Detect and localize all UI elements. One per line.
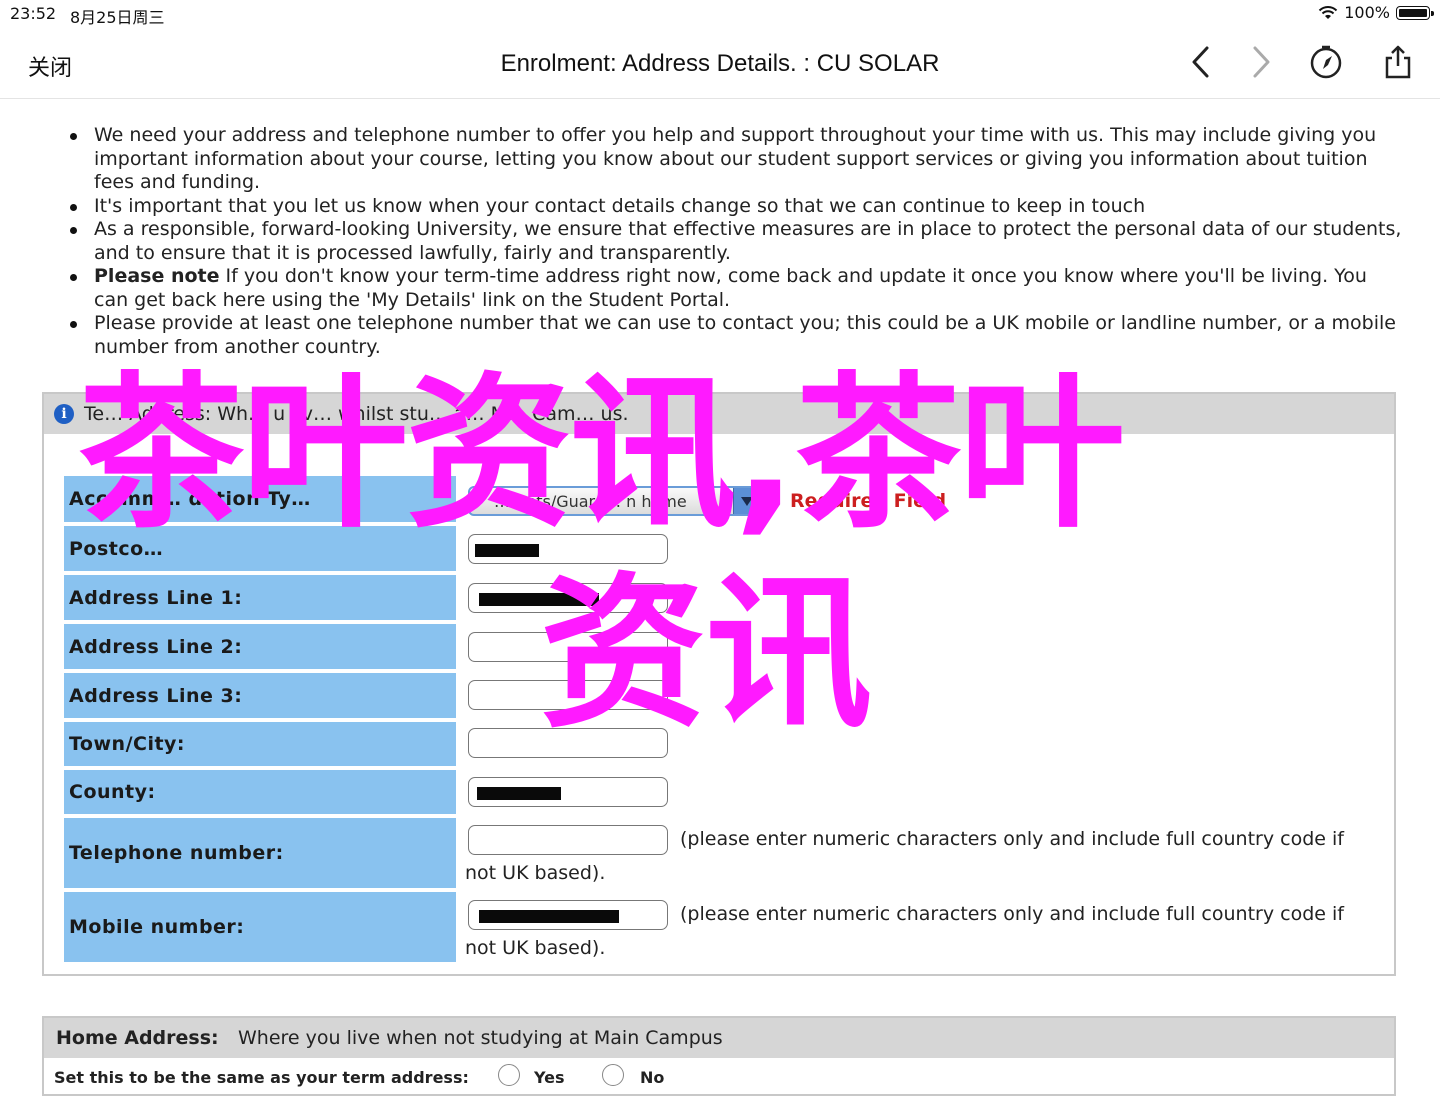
accommodation-type-select[interactable]: …rents/Guard… n home: [468, 486, 762, 516]
no-label: No: [640, 1068, 665, 1087]
address-line-2-input[interactable]: [468, 632, 668, 662]
telephone-number-input[interactable]: [468, 825, 668, 855]
address-line-1-input[interactable]: [468, 583, 668, 613]
list-item: It's important that you let us know when…: [66, 195, 1406, 219]
battery-icon: [1396, 5, 1434, 20]
chevron-down-icon: [733, 488, 760, 514]
battery-percent: 100%: [1344, 3, 1390, 22]
address-line-3-label: Address Line 3:: [64, 673, 456, 718]
mobile-hint-cont: not UK based).: [465, 937, 606, 959]
status-time: 23:52: [10, 4, 57, 23]
postcode-label: Postco…: [64, 526, 456, 571]
term-address-header: i Te… Address: Wh… u liv… whilst stu… a……: [44, 394, 1394, 434]
intro-bullet-list: We need your address and telephone numbe…: [66, 124, 1406, 359]
mobile-number-label: Mobile number:: [64, 892, 456, 962]
nav-bar: 关闭 Enrolment: Address Details. : CU SOLA…: [0, 28, 1440, 99]
list-item: We need your address and telephone numbe…: [66, 124, 1406, 195]
home-address-header: Home Address: Where you live when not st…: [44, 1018, 1394, 1058]
term-address-header-text: Te… Address: Wh… u liv… whilst stu… a… M…: [84, 403, 629, 425]
telephone-hint-cont: not UK based).: [465, 862, 606, 884]
address-line-1-label: Address Line 1:: [64, 575, 456, 620]
wifi-icon: [1319, 5, 1338, 19]
page-title: Enrolment: Address Details. : CU SOLAR: [500, 50, 940, 77]
county-input[interactable]: [468, 777, 668, 807]
list-item: As a responsible, forward-looking Univer…: [66, 218, 1406, 265]
mobile-hint: (please enter numeric characters only an…: [680, 903, 1344, 925]
chevron-left-icon[interactable]: [1184, 44, 1220, 80]
telephone-number-label: Telephone number:: [64, 818, 456, 888]
share-icon[interactable]: [1380, 44, 1416, 80]
accommodation-type-label: Accomm… dation Ty…: [64, 476, 456, 522]
required-field-label: Required Field: [790, 490, 947, 512]
compass-icon[interactable]: [1308, 44, 1344, 80]
mobile-number-input[interactable]: [468, 900, 668, 930]
chevron-right-icon[interactable]: [1242, 44, 1278, 80]
term-address-panel: i Te… Address: Wh… u liv… whilst stu… a……: [42, 392, 1396, 976]
same-address-yes-radio[interactable]: [498, 1064, 520, 1086]
same-as-term-label: Set this to be the same as your term add…: [54, 1068, 469, 1087]
list-item: Please provide at least one telephone nu…: [66, 312, 1406, 359]
home-address-subtitle: Where you live when not studying at Main…: [238, 1027, 723, 1049]
address-line-2-label: Address Line 2:: [64, 624, 456, 669]
home-address-panel: Home Address: Where you live when not st…: [42, 1016, 1396, 1096]
town-city-label: Town/City:: [64, 722, 456, 766]
postcode-input[interactable]: [468, 534, 668, 564]
info-icon: i: [54, 404, 74, 424]
same-address-no-radio[interactable]: [602, 1064, 624, 1086]
town-city-input[interactable]: [468, 728, 668, 758]
list-item: Please note If you don't know your term-…: [66, 265, 1406, 312]
status-bar: 23:52 8月25日周三 100%: [0, 0, 1440, 28]
status-date: 8月25日周三: [70, 8, 165, 27]
telephone-hint: (please enter numeric characters only an…: [680, 828, 1344, 850]
address-line-3-input[interactable]: [468, 680, 668, 710]
county-label: County:: [64, 770, 456, 814]
yes-label: Yes: [534, 1068, 565, 1087]
home-address-title: Home Address:: [56, 1027, 219, 1049]
status-right: 100%: [1318, 3, 1434, 22]
